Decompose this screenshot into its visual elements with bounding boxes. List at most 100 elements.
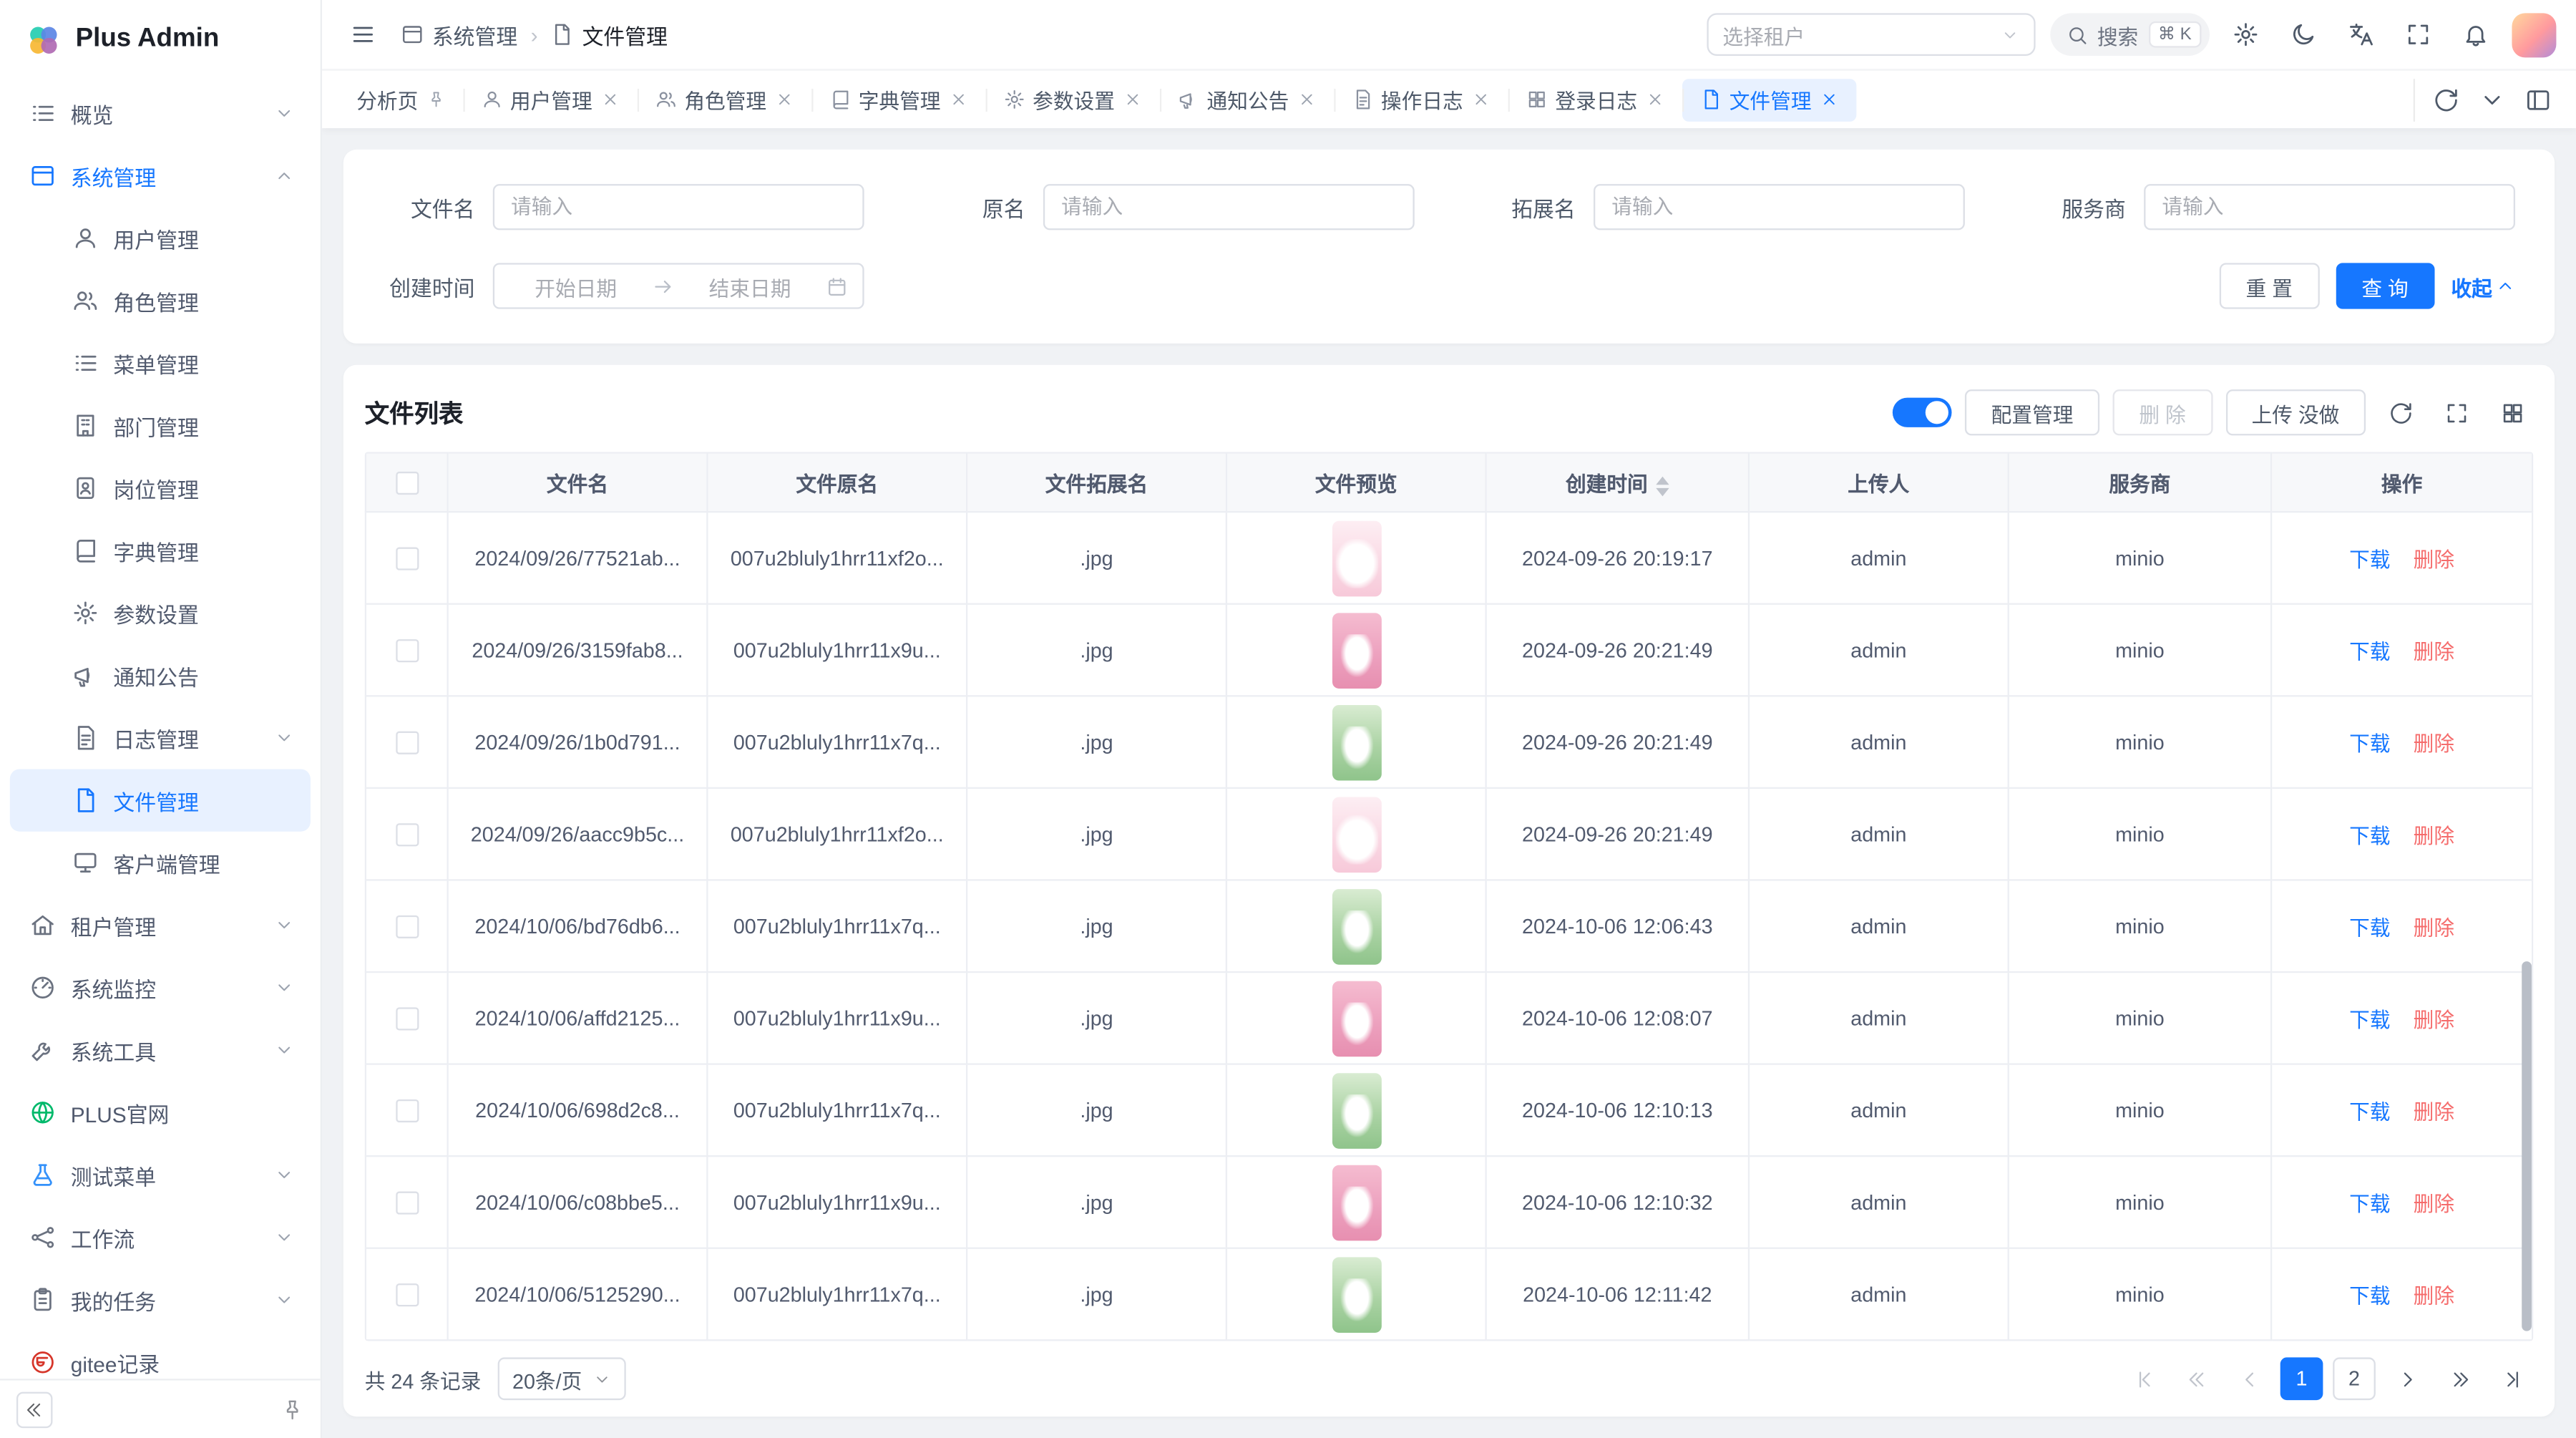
download-link[interactable]: 下载 — [2349, 1101, 2390, 1124]
row-checkbox[interactable] — [395, 823, 418, 846]
tab[interactable]: 通知公告 — [1159, 78, 1333, 121]
reset-button[interactable]: 重 置 — [2220, 263, 2319, 309]
file-preview-thumbnail[interactable] — [1332, 704, 1381, 780]
breadcrumb-item-files[interactable]: 文件管理 — [551, 19, 668, 50]
delete-link[interactable]: 删除 — [2414, 1285, 2454, 1308]
next-page-button[interactable] — [2386, 1357, 2429, 1400]
row-checkbox[interactable] — [395, 1191, 418, 1214]
sidebar-item[interactable]: 部门管理 — [10, 394, 311, 457]
sidebar-item[interactable]: 通知公告 — [10, 644, 311, 706]
download-link[interactable]: 下载 — [2349, 1285, 2390, 1308]
filename-input[interactable] — [493, 184, 864, 230]
sidebar-item[interactable]: 参数设置 — [10, 582, 311, 644]
table-refresh-button[interactable] — [2379, 391, 2421, 434]
download-link[interactable]: 下载 — [2349, 1009, 2390, 1032]
download-link[interactable]: 下载 — [2349, 733, 2390, 756]
sidebar-item[interactable]: 概览 — [10, 82, 311, 145]
sidebar-item[interactable]: gitee记录 — [10, 1331, 311, 1379]
sidebar-item[interactable]: 岗位管理 — [10, 457, 311, 519]
file-preview-thumbnail[interactable] — [1332, 981, 1381, 1056]
download-link[interactable]: 下载 — [2349, 825, 2390, 848]
sidebar-item[interactable]: 系统监控 — [10, 956, 311, 1019]
tab[interactable]: 文件管理 — [1682, 78, 1855, 121]
sidebar-item[interactable]: 字典管理 — [10, 520, 311, 582]
page-number-button[interactable]: 2 — [2333, 1357, 2376, 1400]
delete-link[interactable]: 删除 — [2414, 733, 2454, 756]
page-size-select[interactable]: 20条/页 — [497, 1357, 626, 1400]
theme-toggle-button[interactable] — [2282, 13, 2325, 56]
extension-input[interactable] — [1594, 184, 1965, 230]
table-fullscreen-button[interactable] — [2435, 391, 2478, 434]
settings-button[interactable] — [2225, 13, 2268, 56]
download-link[interactable]: 下载 — [2349, 641, 2390, 664]
column-settings-button[interactable] — [2491, 391, 2534, 434]
tab-close-or-pin-icon[interactable] — [949, 90, 967, 108]
row-checkbox[interactable] — [395, 547, 418, 570]
tabs-refresh-button[interactable] — [2425, 78, 2468, 121]
tab-close-or-pin-icon[interactable] — [600, 90, 618, 108]
sidebar-item[interactable]: 角色管理 — [10, 270, 311, 332]
sidebar-item[interactable]: 日志管理 — [10, 706, 311, 769]
prev-page-button[interactable] — [2228, 1357, 2270, 1400]
sidebar-item[interactable]: 系统工具 — [10, 1019, 311, 1081]
layout-toggle-button[interactable] — [2517, 78, 2560, 121]
select-all-checkbox[interactable] — [395, 472, 418, 495]
tab[interactable]: 登录日志 — [1508, 78, 1682, 121]
sidebar-collapse-button[interactable] — [16, 1391, 53, 1427]
hamburger-button[interactable] — [342, 13, 385, 56]
config-management-button[interactable]: 配置管理 — [1965, 389, 2099, 435]
tab[interactable]: 字典管理 — [811, 78, 985, 121]
file-preview-thumbnail[interactable] — [1332, 1256, 1381, 1332]
fullscreen-button[interactable] — [2397, 13, 2440, 56]
global-search[interactable]: 搜索 ⌘ K — [2049, 13, 2210, 56]
tab[interactable]: 参数设置 — [985, 78, 1159, 121]
tab[interactable]: 角色管理 — [637, 78, 811, 121]
row-checkbox[interactable] — [395, 915, 418, 938]
app-logo[interactable]: Plus Admin — [0, 0, 321, 79]
sidebar-pin-icon[interactable] — [281, 1398, 304, 1421]
sidebar-item[interactable]: 文件管理 — [10, 769, 311, 831]
tab[interactable]: 分析页 — [338, 78, 462, 121]
tab[interactable]: 操作日志 — [1333, 78, 1507, 121]
first-page-button[interactable] — [2122, 1357, 2165, 1400]
delete-link[interactable]: 删除 — [2414, 1193, 2454, 1216]
sidebar-item[interactable]: 用户管理 — [10, 207, 311, 269]
download-link[interactable]: 下载 — [2349, 1193, 2390, 1216]
sidebar-item[interactable]: 我的任务 — [10, 1268, 311, 1331]
download-link[interactable]: 下载 — [2349, 917, 2390, 940]
sidebar-item[interactable]: 租户管理 — [10, 894, 311, 956]
sidebar-item[interactable]: 系统管理 — [10, 145, 311, 207]
tenant-select[interactable]: 选择租户 — [1706, 13, 2034, 56]
tab[interactable]: 用户管理 — [462, 78, 636, 121]
sidebar-item[interactable]: 工作流 — [10, 1206, 311, 1268]
prev-10-pages-button[interactable] — [2175, 1357, 2218, 1400]
collapse-filters-link[interactable]: 收起 — [2451, 271, 2515, 302]
row-checkbox[interactable] — [395, 1283, 418, 1306]
tab-close-or-pin-icon[interactable] — [1123, 90, 1141, 108]
tab-close-or-pin-icon[interactable] — [426, 90, 444, 108]
row-checkbox[interactable] — [395, 1099, 418, 1122]
notifications-button[interactable] — [2454, 13, 2497, 56]
tabs-menu-button[interactable] — [2471, 78, 2514, 121]
tab-close-or-pin-icon[interactable] — [1820, 90, 1838, 108]
delete-link[interactable]: 删除 — [2414, 1009, 2454, 1032]
file-preview-thumbnail[interactable] — [1332, 888, 1381, 964]
tab-close-or-pin-icon[interactable] — [775, 90, 793, 108]
provider-input[interactable] — [2144, 184, 2515, 230]
delete-button[interactable]: 删 除 — [2113, 389, 2212, 435]
delete-link[interactable]: 删除 — [2414, 641, 2454, 664]
search-panel-toggle[interactable] — [1893, 398, 1952, 427]
tab-close-or-pin-icon[interactable] — [1297, 90, 1315, 108]
delete-link[interactable]: 删除 — [2414, 1101, 2454, 1124]
next-10-pages-button[interactable] — [2438, 1357, 2481, 1400]
table-scrollbar-thumb[interactable] — [2522, 961, 2532, 1331]
upload-button[interactable]: 上传 没做 — [2225, 389, 2366, 435]
sidebar-item[interactable]: 客户端管理 — [10, 832, 311, 894]
sidebar-item[interactable]: 菜单管理 — [10, 332, 311, 394]
row-checkbox[interactable] — [395, 1007, 418, 1030]
tab-close-or-pin-icon[interactable] — [1646, 90, 1664, 108]
page-number-button[interactable]: 1 — [2280, 1357, 2323, 1400]
file-preview-thumbnail[interactable] — [1332, 796, 1381, 872]
sidebar-item[interactable]: 测试菜单 — [10, 1144, 311, 1206]
file-preview-thumbnail[interactable] — [1332, 1072, 1381, 1148]
